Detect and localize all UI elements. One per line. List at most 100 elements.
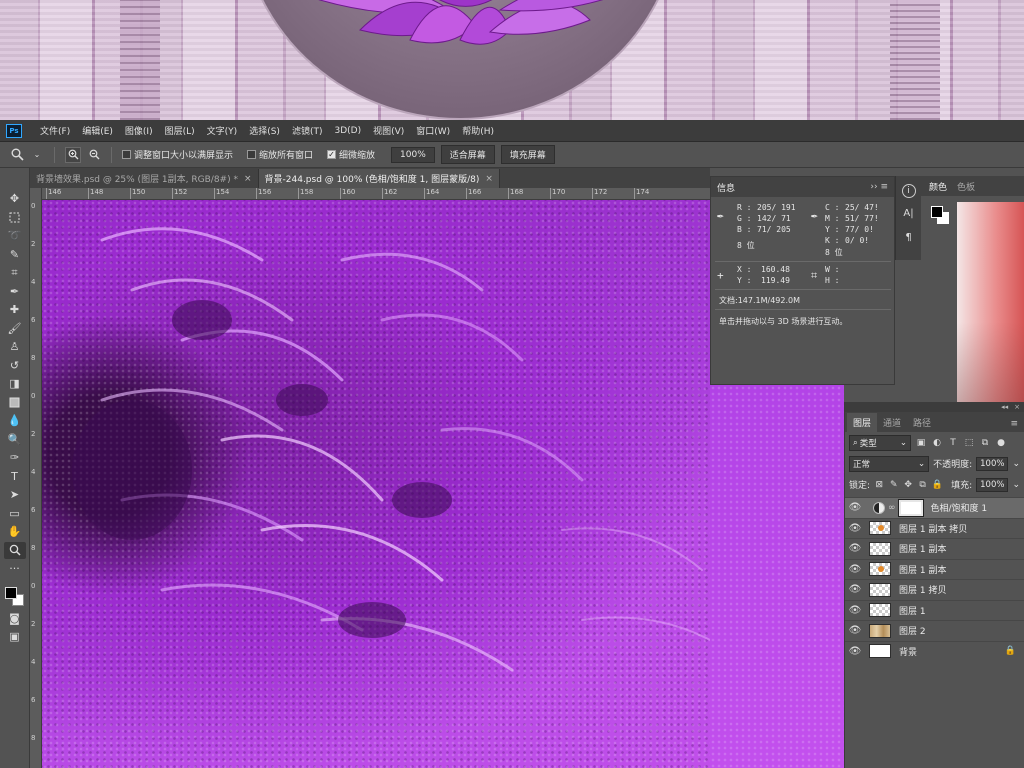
layer-name[interactable]: 图层 2 [899,624,926,637]
dodge-tool-icon[interactable]: 🔍 [4,431,26,449]
panel-menu-icon[interactable]: ≡ [1004,416,1024,432]
tab-swatches[interactable]: 色板 [957,180,975,193]
lock-artboard-icon[interactable]: ⧉ [917,480,927,490]
layer-name[interactable]: 背景 [899,645,917,658]
fit-screen-button[interactable]: 适合屏幕 [440,145,495,164]
move-tool-icon[interactable]: ✥ [4,190,26,208]
menu-edit[interactable]: 编辑(E) [76,124,119,137]
menu-filter[interactable]: 滤镜(T) [286,124,329,137]
checkbox-box[interactable] [122,150,131,159]
scrubby-zoom-checkbox[interactable]: ✓ 细微缩放 [327,148,375,161]
menu-view[interactable]: 视图(V) [367,124,410,137]
zoom-in-icon[interactable] [65,146,81,163]
tab-background-244[interactable]: 背景-244.psd @ 100% (色相/饱和度 1, 图层蒙版/8) × [258,169,500,188]
tab-background-wall-effect[interactable]: 背景墙效果.psd @ 25% (图层 1副本, RGB/8#) * × [30,169,259,188]
foreground-background-swatches[interactable] [3,585,27,609]
chevron-down-icon[interactable]: ⌄ [1012,480,1020,490]
color-picker-field[interactable] [957,202,1024,402]
opacity-input[interactable]: 100% [976,456,1009,471]
color-panel-swatches[interactable] [931,206,949,224]
fill-input[interactable]: 100% [976,477,1009,492]
blur-tool-icon[interactable]: 💧 [4,412,26,430]
link-chain-icon[interactable]: ∞ [888,503,896,513]
brush-tool-icon[interactable]: 🖌 [4,320,26,338]
checkbox-checked-icon[interactable]: ✓ [327,150,337,159]
resize-windows-checkbox[interactable]: 调整窗口大小以满屏显示 [122,148,233,161]
type-tool-icon[interactable]: T [4,468,26,486]
menu-file[interactable]: 文件(F) [34,124,76,137]
paragraph-panel-icon[interactable]: ¶ [900,228,918,246]
visibility-eye-icon[interactable]: 👁 [845,543,865,554]
character-panel-icon[interactable]: A| [900,204,918,222]
filter-type-icon[interactable]: T [947,438,959,448]
filter-toggle-icon[interactable]: ● [995,438,1007,448]
document-canvas[interactable] [42,200,710,768]
visibility-eye-icon[interactable]: 👁 [845,605,865,616]
tab-channels[interactable]: 通道 [877,413,907,432]
foreground-color-swatch[interactable] [931,206,943,218]
layer-name[interactable]: 色相/饱和度 1 [931,501,988,514]
edit-toolbar-icon[interactable]: ··· [4,560,26,578]
menu-help[interactable]: 帮助(H) [456,124,500,137]
zoom-tool-icon[interactable] [3,541,26,559]
layer-name[interactable]: 图层 1 拷贝 [899,583,946,596]
crop-tool-icon[interactable]: ⌗ [4,264,26,282]
menu-window[interactable]: 窗口(W) [410,124,456,137]
layer-row[interactable]: 👁 图层 1 副本 [845,538,1024,559]
menu-image[interactable]: 图像(I) [119,124,159,137]
clone-stamp-tool-icon[interactable]: ♙ [4,338,26,356]
panel-menu-icon[interactable]: ›› ≡ [870,182,888,192]
eraser-tool-icon[interactable]: ◨ [4,375,26,393]
visibility-eye-icon[interactable]: 👁 [845,584,865,595]
close-panel-icon[interactable]: × [1014,403,1020,411]
visibility-eye-icon[interactable]: 👁 [845,502,865,513]
gradient-tool-icon[interactable] [4,394,26,412]
rectangle-tool-icon[interactable]: ▭ [4,505,26,523]
quick-selection-tool-icon[interactable]: ✎ [4,246,26,264]
layer-name[interactable]: 图层 1 副本 [899,563,946,576]
tab-layers[interactable]: 图层 [847,413,878,432]
foreground-color-swatch[interactable] [4,586,17,599]
layer-row-background[interactable]: 👁 背景 🔒 [845,640,1024,662]
history-brush-tool-icon[interactable]: ↺ [4,357,26,375]
close-tab-icon[interactable]: × [244,174,252,184]
zoom-tool-icon[interactable] [10,148,24,162]
screen-mode-icon[interactable]: ▣ [4,628,26,646]
visibility-eye-icon[interactable]: 👁 [845,523,865,534]
tool-preset-dropdown-icon[interactable]: ⌄ [30,148,44,162]
menu-3d[interactable]: 3D(D) [328,126,367,136]
quick-mask-icon[interactable]: ◙ [4,610,26,628]
menu-select[interactable]: 选择(S) [243,124,286,137]
filter-shape-icon[interactable]: ⬚ [963,438,975,448]
healing-brush-tool-icon[interactable]: ✚ [4,301,26,319]
zoom-out-icon[interactable] [87,148,101,162]
filter-adjustment-icon[interactable]: ◐ [931,438,943,448]
zoom-100-button[interactable]: 100% [391,146,435,163]
lock-pixels-icon[interactable]: ✎ [889,480,899,490]
layer-row[interactable]: 👁 图层 1 [845,599,1024,621]
lasso-tool-icon[interactable]: ➰ [4,227,26,245]
close-tab-icon[interactable]: × [485,174,493,184]
layer-name[interactable]: 图层 1 [899,604,926,617]
layer-row[interactable]: 👁 图层 1 副本 拷贝 [845,517,1024,539]
layer-hue-saturation[interactable]: 👁 ∞ 色相/饱和度 1 [845,497,1024,518]
eyedropper-tool-icon[interactable]: ✒ [4,283,26,301]
tab-color[interactable]: 颜色 [929,180,947,193]
blend-mode-dropdown[interactable]: 正常 ⌄ [849,455,930,472]
fill-screen-button[interactable]: 填充屏幕 [500,145,555,164]
zoom-all-windows-checkbox[interactable]: 缩放所有窗口 [247,148,313,161]
layer-row[interactable]: 👁 图层 1 副本 [845,558,1024,580]
lock-transparent-icon[interactable]: ⊠ [874,480,884,490]
visibility-eye-icon[interactable]: 👁 [845,625,865,636]
marquee-tool-icon[interactable] [4,209,26,227]
checkbox-box[interactable] [247,150,257,159]
menu-type[interactable]: 文字(Y) [201,124,244,137]
visibility-eye-icon[interactable]: 👁 [845,564,865,575]
menu-layer[interactable]: 图层(L) [159,124,201,137]
info-panel-icon[interactable]: i [901,184,916,198]
layer-name[interactable]: 图层 1 副本 [899,542,946,555]
layer-mask-thumbnail[interactable] [897,498,924,517]
layer-filter-dropdown[interactable]: ⌕ 类型 ⌄ [849,434,911,451]
chevron-down-icon[interactable]: ⌄ [1012,459,1020,469]
tab-paths[interactable]: 路径 [907,413,937,432]
